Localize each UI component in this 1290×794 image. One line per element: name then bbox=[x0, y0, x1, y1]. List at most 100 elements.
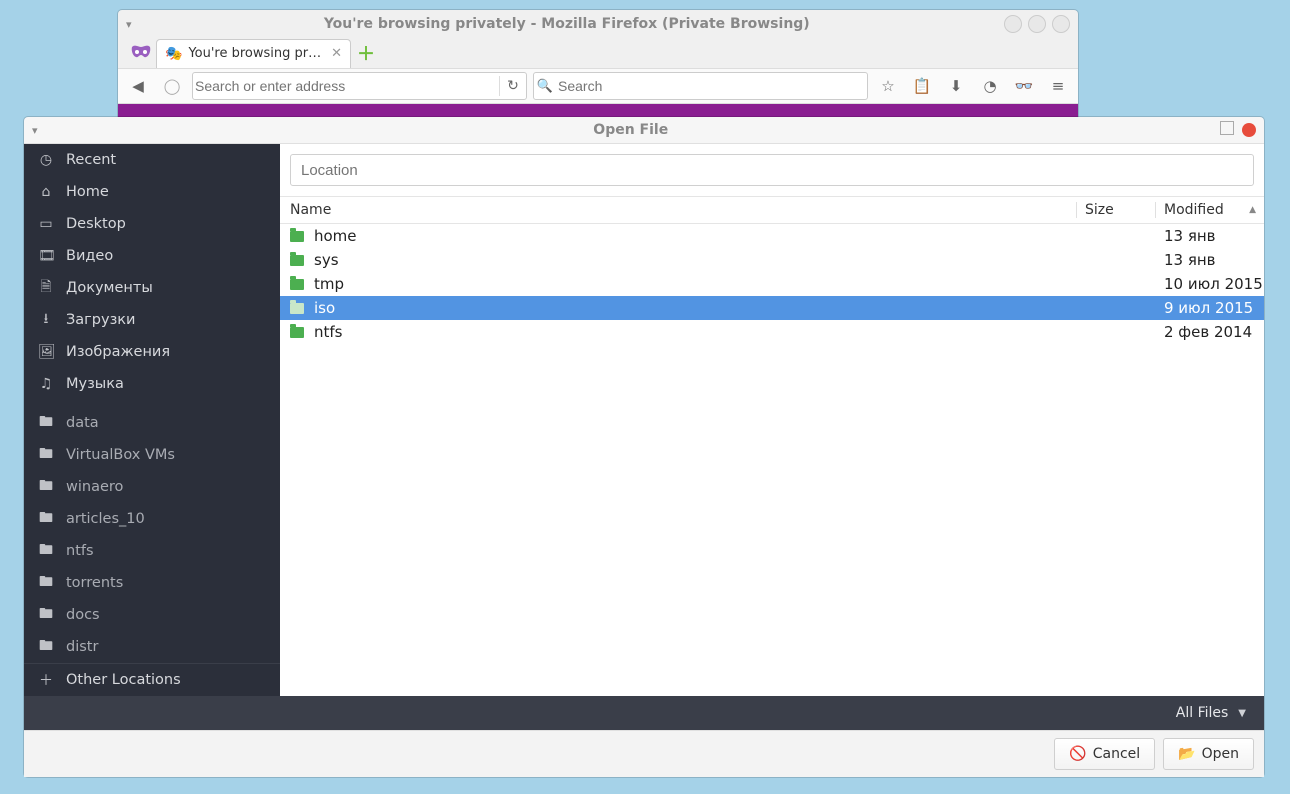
sort-asc-icon: ▲ bbox=[1249, 205, 1256, 215]
file-filter-label: All Files bbox=[1176, 705, 1229, 721]
sidebar-item-label: Home bbox=[66, 184, 109, 200]
minimize-icon[interactable] bbox=[1004, 15, 1022, 33]
column-size[interactable]: Size bbox=[1076, 202, 1155, 218]
file-row[interactable]: iso 9 июл 2015 bbox=[280, 296, 1264, 320]
url-input[interactable] bbox=[193, 77, 499, 95]
folder-icon bbox=[290, 255, 304, 266]
sidebar-bookmark-distr[interactable]: 🖿distr bbox=[24, 631, 280, 663]
sidebar-bookmark-docs[interactable]: 🖿docs bbox=[24, 599, 280, 631]
folder-icon bbox=[290, 279, 304, 290]
column-modified[interactable]: Modified ▲ bbox=[1155, 202, 1264, 218]
file-rows[interactable]: home13 янвsys13 янвtmp10 июл 2015 iso 9 ию… bbox=[280, 224, 1264, 696]
folder-icon: 🖿 bbox=[38, 571, 54, 595]
sidebar-place-recent[interactable]: ◷Recent bbox=[24, 144, 280, 176]
music-icon: ♫ bbox=[38, 376, 54, 392]
downloads-icon[interactable]: ⬇ bbox=[942, 73, 970, 99]
cancel-button[interactable]: 🚫 Cancel bbox=[1054, 738, 1155, 770]
sidebar-place-документы[interactable]: 🗎 Документы bbox=[24, 272, 280, 304]
dialog-maximize-icon[interactable] bbox=[1220, 121, 1234, 139]
sidebar-place-home[interactable]: ⌂ Home bbox=[24, 176, 280, 208]
sidebar-other-locations[interactable]: ＋ Other Locations bbox=[24, 664, 280, 696]
sidebar-bookmark-winaero[interactable]: 🖿winaero bbox=[24, 471, 280, 503]
file-name: tmp bbox=[314, 275, 344, 293]
file-modified: 2 фев 2014 bbox=[1164, 323, 1264, 341]
dialog-action-bar: 🚫 Cancel 📂 Open bbox=[24, 730, 1264, 777]
sidebar-bookmark-data[interactable]: 🖿 data bbox=[24, 407, 280, 439]
other-locations-label: Other Locations bbox=[66, 672, 181, 688]
window-menu-caret-icon[interactable]: ▾ bbox=[126, 18, 132, 31]
dialog-close-icon[interactable] bbox=[1242, 123, 1256, 137]
folder-icon: 🖿 bbox=[38, 635, 54, 659]
file-filter-dropdown[interactable]: All Files ▼ bbox=[1168, 701, 1254, 725]
search-icon: 🔍 bbox=[534, 79, 556, 94]
file-row[interactable]: home13 янв bbox=[280, 224, 1264, 248]
file-modified: 9 июл 2015 bbox=[1164, 299, 1264, 317]
search-bar[interactable]: 🔍 bbox=[533, 72, 868, 100]
firefox-titlebar[interactable]: ▾ You're browsing privately - Mozilla Fi… bbox=[118, 10, 1078, 38]
tab-favicon-icon: 🎭 bbox=[165, 46, 182, 62]
private-mask-icon bbox=[126, 39, 156, 67]
clipboard-icon[interactable]: 📋 bbox=[908, 73, 936, 99]
pocket-icon[interactable]: ◔ bbox=[976, 73, 1004, 99]
column-modified-label: Modified bbox=[1164, 202, 1224, 218]
file-name: iso bbox=[314, 299, 335, 317]
url-bar[interactable]: ↻ bbox=[192, 72, 527, 100]
sidebar-place-видео[interactable]: 🎞Видео bbox=[24, 240, 280, 272]
identity-icon[interactable]: ◯ bbox=[158, 73, 186, 99]
file-modified: 13 янв bbox=[1164, 251, 1264, 269]
open-button[interactable]: 📂 Open bbox=[1163, 738, 1254, 770]
open-label: Open bbox=[1202, 746, 1239, 762]
sidebar-bookmark-torrents[interactable]: 🖿torrents bbox=[24, 567, 280, 599]
folder-icon: 🖿 bbox=[38, 411, 54, 435]
sidebar-item-label: Документы bbox=[66, 280, 153, 296]
file-row[interactable]: ntfs 2 фев 2014 bbox=[280, 320, 1264, 344]
firefox-title: You're browsing privately - Mozilla Fire… bbox=[136, 16, 998, 32]
sidebar-bookmark-articles_10[interactable]: 🖿articles_10 bbox=[24, 503, 280, 535]
sidebar-item-label: VirtualBox VMs bbox=[66, 447, 175, 463]
column-name[interactable]: Name bbox=[280, 202, 1076, 218]
sidebar-item-label: Изображения bbox=[66, 344, 170, 360]
image-icon: 🖼 bbox=[38, 344, 54, 360]
sidebar-place-desktop[interactable]: ▭Desktop bbox=[24, 208, 280, 240]
hamburger-menu-icon[interactable]: ≡ bbox=[1044, 73, 1072, 99]
nav-toolbar: ◀ ◯ ↻ 🔍 ☆ 📋 ⬇ ◔ 👓 ≡ bbox=[118, 68, 1078, 104]
sidebar-item-label: Музыка bbox=[66, 376, 124, 392]
bookmark-star-icon[interactable]: ☆ bbox=[874, 73, 902, 99]
folder-icon bbox=[290, 327, 304, 338]
maximize-icon[interactable] bbox=[1028, 15, 1046, 33]
close-icon[interactable] bbox=[1052, 15, 1070, 33]
reload-icon[interactable]: ↻ bbox=[500, 78, 526, 94]
sidebar-item-label: data bbox=[66, 415, 99, 431]
back-button[interactable]: ◀ bbox=[124, 73, 152, 99]
open-file-dialog: ▾ Open File ◷Recent ⌂ Home ▭Desktop🎞Видео 🗎 Д… bbox=[24, 117, 1264, 777]
filter-bar: All Files ▼ bbox=[24, 696, 1264, 730]
sidebar-item-label: ntfs bbox=[66, 543, 94, 559]
file-row[interactable]: sys13 янв bbox=[280, 248, 1264, 272]
file-list-pane: Name Size Modified ▲ home13 янвsys13 янв… bbox=[280, 144, 1264, 696]
tab-private[interactable]: 🎭 You're browsing pr… ✕ bbox=[156, 39, 351, 68]
sidebar-item-label: winaero bbox=[66, 479, 123, 495]
new-tab-button[interactable]: ＋ bbox=[357, 40, 375, 66]
clock-icon: ◷ bbox=[38, 152, 54, 168]
sidebar-bookmark-ntfs[interactable]: 🖿ntfs bbox=[24, 535, 280, 567]
sidebar-place-музыка[interactable]: ♫ Музыка bbox=[24, 368, 280, 400]
sidebar-place-изображения[interactable]: 🖼 Изображения bbox=[24, 336, 280, 368]
dialog-menu-caret-icon[interactable]: ▾ bbox=[32, 124, 38, 137]
column-headers: Name Size Modified ▲ bbox=[280, 197, 1264, 224]
location-input[interactable] bbox=[291, 162, 1253, 179]
tab-close-icon[interactable]: ✕ bbox=[331, 46, 342, 61]
mask-toolbar-icon[interactable]: 👓 bbox=[1010, 73, 1038, 99]
sidebar-place-загрузки[interactable]: ⭳Загрузки bbox=[24, 304, 280, 336]
download-icon: ⭳ bbox=[38, 308, 54, 332]
search-input[interactable] bbox=[556, 77, 867, 95]
dialog-titlebar[interactable]: ▾ Open File bbox=[24, 117, 1264, 144]
sidebar-bookmark-virtualbox-vms[interactable]: 🖿VirtualBox VMs bbox=[24, 439, 280, 471]
doc-icon: 🗎 bbox=[38, 276, 54, 300]
file-name: ntfs bbox=[314, 323, 342, 341]
home-icon: ⌂ bbox=[38, 184, 54, 200]
location-bar[interactable] bbox=[290, 154, 1254, 186]
video-icon: 🎞 bbox=[38, 248, 54, 264]
sidebar-item-label: docs bbox=[66, 607, 100, 623]
file-row[interactable]: tmp10 июл 2015 bbox=[280, 272, 1264, 296]
cancel-icon: 🚫 bbox=[1069, 746, 1086, 762]
